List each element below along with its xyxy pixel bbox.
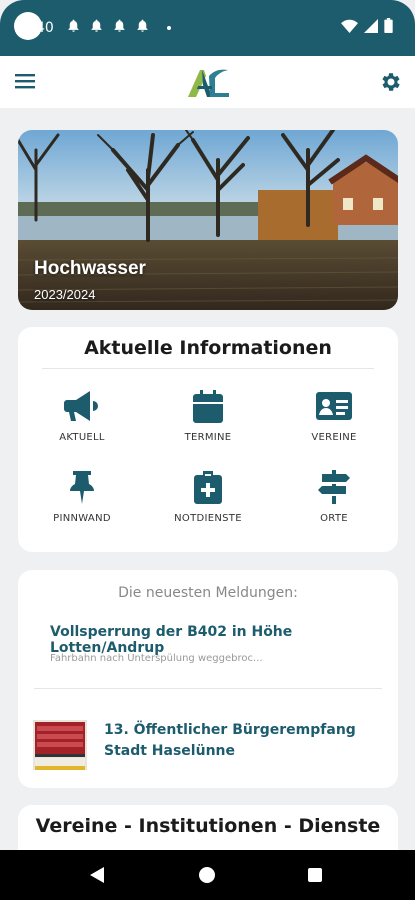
- system-nav-bar: [0, 850, 415, 900]
- gear-icon[interactable]: [379, 70, 403, 94]
- recents-icon[interactable]: [307, 867, 323, 883]
- app-bar: [0, 56, 415, 108]
- home-icon[interactable]: [198, 866, 216, 884]
- divider: [34, 688, 382, 689]
- divider: [42, 368, 374, 369]
- tile-aktuell[interactable]: AKTUELL: [22, 389, 142, 443]
- news-item-title[interactable]: 13. Öffentlicher Bürgerempfang Stadt Has…: [104, 720, 384, 762]
- system-icons: [341, 18, 393, 33]
- news-item-title[interactable]: Vollsperrung der B402 in Höhe Lotten/And…: [50, 624, 398, 656]
- wifi-icon: [341, 19, 358, 33]
- medical-kit-icon: [194, 471, 222, 504]
- calendar-icon: [193, 390, 223, 423]
- status-bar: 40: [0, 0, 415, 56]
- bell-icon: [137, 19, 148, 32]
- battery-icon: [384, 18, 393, 33]
- bell-icon: [114, 19, 125, 32]
- menu-icon[interactable]: [14, 70, 36, 92]
- id-card-icon: [316, 392, 352, 420]
- app-logo[interactable]: [186, 66, 232, 100]
- tile-pinnwand[interactable]: PINNWAND: [22, 470, 142, 524]
- signpost-icon: [318, 470, 350, 504]
- hero-image: [18, 130, 398, 310]
- more-notifications-dot: [167, 26, 171, 30]
- hero-banner[interactable]: Hochwasser 2023/2024: [18, 130, 398, 310]
- pushpin-icon: [70, 471, 94, 504]
- tile-vereine-label: VEREINE: [311, 432, 357, 443]
- hero-subtitle: 2023/2024: [34, 287, 96, 302]
- info-card: Aktuelle Informationen AKTUELL TERMINE V…: [18, 327, 398, 552]
- tile-pinnwand-label: PINNWAND: [53, 513, 111, 524]
- back-icon[interactable]: [88, 866, 106, 884]
- bell-icon: [91, 19, 102, 32]
- tile-notdienste-label: NOTDIENSTE: [174, 513, 242, 524]
- tile-orte-label: ORTE: [320, 513, 348, 524]
- news-heading: Die neuesten Meldungen:: [118, 585, 298, 601]
- tile-vereine[interactable]: VEREINE: [274, 389, 394, 443]
- tile-termine-label: TERMINE: [184, 432, 232, 443]
- megaphone-icon: [64, 391, 98, 421]
- vereine-card-title: Vereine - Institutionen - Dienste: [35, 815, 381, 837]
- signal-icon: [364, 18, 378, 33]
- notification-icons: [66, 18, 150, 33]
- status-time: 40: [36, 20, 54, 36]
- tile-notdienste[interactable]: NOTDIENSTE: [148, 470, 268, 524]
- news-item-excerpt: Fahrbahn nach Unterspülung weggebroc...: [50, 653, 263, 664]
- news-thumbnail[interactable]: [33, 720, 87, 770]
- tile-termine[interactable]: TERMINE: [148, 389, 268, 443]
- tile-aktuell-label: AKTUELL: [59, 432, 105, 443]
- bell-icon: [68, 19, 79, 32]
- hero-title: Hochwasser: [34, 258, 146, 279]
- tile-orte[interactable]: ORTE: [274, 470, 394, 524]
- info-card-title: Aktuelle Informationen: [84, 337, 332, 359]
- news-card: Die neuesten Meldungen: Vollsperrung der…: [18, 570, 398, 788]
